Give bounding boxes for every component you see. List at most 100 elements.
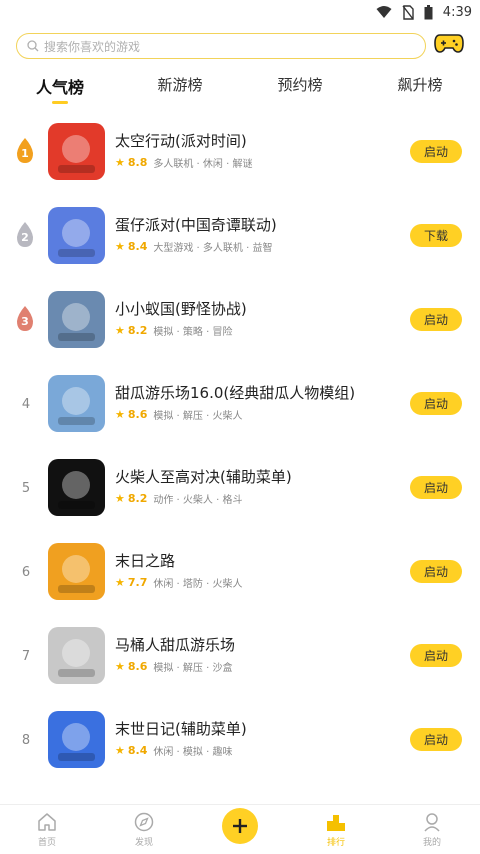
launch-button[interactable]: 启动 [410, 140, 462, 163]
game-icon[interactable] [48, 207, 105, 264]
game-meta: ★ 8.8 多人联机 · 休闲 · 解谜 [115, 155, 252, 170]
nav-profile-label: 我的 [422, 838, 441, 848]
game-tags: 模拟 · 解压 · 沙盒 [153, 663, 233, 674]
star-icon: ★ [115, 576, 125, 589]
game-row[interactable]: 4 甜瓜游乐场16.0(经典甜瓜人物模组) ★ 8.6 模拟 · 解压 · 火柴人 启动 [0, 362, 480, 446]
game-score: 8.4 [127, 240, 148, 253]
game-icon[interactable] [48, 375, 105, 432]
search-icon [27, 40, 39, 52]
game-tags: 模拟 · 策略 · 冒险 [153, 327, 233, 338]
tab-popular[interactable]: 人气榜 [36, 74, 84, 98]
game-title: 马桶人甜瓜游乐场 [115, 636, 236, 654]
rank-number: 8 [21, 732, 31, 748]
game-icon[interactable] [48, 459, 105, 516]
star-icon: ★ [115, 240, 125, 253]
game-meta: ★ 8.2 动作 · 火柴人 · 格斗 [115, 491, 242, 506]
create-button[interactable] [222, 808, 258, 844]
launch-button[interactable]: 下载 [410, 224, 462, 247]
game-score: 8.6 [127, 408, 148, 421]
game-tags: 大型游戏 · 多人联机 · 益智 [153, 243, 273, 254]
game-score: 8.2 [127, 492, 148, 505]
launch-button[interactable]: 启动 [410, 476, 462, 499]
rank-number: 2 [21, 231, 29, 244]
nav-ranking-label: 排行 [326, 838, 345, 848]
game-tags: 休闲 · 模拟 · 趣味 [153, 747, 233, 758]
search-placeholder: 搜索你喜欢的游戏 [44, 39, 141, 54]
game-icon[interactable] [48, 627, 105, 684]
rank-number: 6 [21, 564, 31, 580]
game-meta: ★ 7.7 休闲 · 塔防 · 火柴人 [115, 575, 242, 590]
nav-home-label: 首页 [37, 838, 56, 848]
launch-button[interactable]: 启动 [410, 728, 462, 751]
nav-discover-label: 发现 [134, 838, 153, 848]
star-icon: ★ [115, 324, 125, 337]
rank-medal-icon: 2 [14, 221, 36, 249]
status-bar: 4:39 [0, 0, 480, 24]
nav-profile[interactable]: 我的 [412, 811, 452, 848]
game-tags: 休闲 · 塔防 · 火柴人 [153, 579, 243, 590]
game-title: 太空行动(派对时间) [115, 132, 247, 150]
gamepad-icon[interactable] [434, 30, 464, 56]
game-title: 末日之路 [115, 552, 176, 570]
tab-indicator [52, 101, 68, 104]
game-title: 蛋仔派对(中国奇谭联动) [115, 216, 277, 234]
game-list: 1 太空行动(派对时间) ★ 8.8 多人联机 · 休闲 · 解谜 启动 2 蛋仔派对(中国奇… [0, 110, 480, 782]
game-title: 末世日记(辅助菜单) [115, 720, 247, 738]
game-title: 火柴人至高对决(辅助菜单) [115, 468, 292, 486]
game-title: 甜瓜游乐场16.0(经典甜瓜人物模组) [115, 384, 356, 402]
profile-icon [424, 813, 440, 832]
rank-medal-icon: 1 [14, 137, 36, 165]
rank-number: 5 [21, 480, 31, 496]
game-meta: ★ 8.4 大型游戏 · 多人联机 · 益智 [115, 239, 272, 254]
game-icon[interactable] [48, 543, 105, 600]
battery-icon [424, 4, 433, 19]
game-row[interactable]: 8 末世日记(辅助菜单) ★ 8.4 休闲 · 模拟 · 趣味 启动 [0, 698, 480, 782]
star-icon: ★ [115, 156, 125, 169]
game-row[interactable]: 7 马桶人甜瓜游乐场 ★ 8.6 模拟 · 解压 · 沙盒 启动 [0, 614, 480, 698]
launch-button[interactable]: 启动 [410, 392, 462, 415]
star-icon: ★ [115, 408, 125, 421]
game-tags: 动作 · 火柴人 · 格斗 [153, 495, 243, 506]
status-time: 4:39 [442, 4, 472, 20]
compass-icon [134, 812, 154, 832]
game-row[interactable]: 3 小小蚁国(野怪协战) ★ 8.2 模拟 · 策略 · 冒险 启动 [0, 278, 480, 362]
star-icon: ★ [115, 660, 125, 673]
rank-medal-icon: 3 [14, 305, 36, 333]
game-row[interactable]: 1 太空行动(派对时间) ★ 8.8 多人联机 · 休闲 · 解谜 启动 [0, 110, 480, 194]
tab-new-games[interactable]: 新游榜 [157, 74, 202, 95]
nav-ranking[interactable]: 排行 [316, 811, 356, 848]
rank-number: 3 [21, 315, 29, 328]
tab-preorder[interactable]: 预约榜 [277, 74, 322, 95]
launch-button[interactable]: 启动 [410, 308, 462, 331]
game-row[interactable]: 5 火柴人至高对决(辅助菜单) ★ 8.2 动作 · 火柴人 · 格斗 启动 [0, 446, 480, 530]
nav-discover[interactable]: 发现 [124, 811, 164, 848]
game-score: 8.8 [127, 156, 148, 169]
rank-number: 4 [21, 396, 31, 412]
game-icon[interactable] [48, 123, 105, 180]
game-score: 8.4 [127, 744, 148, 757]
game-score: 8.2 [127, 324, 148, 337]
game-meta: ★ 8.4 休闲 · 模拟 · 趣味 [115, 743, 232, 758]
game-meta: ★ 8.2 模拟 · 策略 · 冒险 [115, 323, 232, 338]
game-icon[interactable] [48, 291, 105, 348]
home-icon [38, 813, 56, 831]
launch-button[interactable]: 启动 [410, 560, 462, 583]
game-meta: ★ 8.6 模拟 · 解压 · 沙盒 [115, 659, 232, 674]
game-row[interactable]: 2 蛋仔派对(中国奇谭联动) ★ 8.4 大型游戏 · 多人联机 · 益智 下载 [0, 194, 480, 278]
nav-home[interactable]: 首页 [27, 811, 67, 848]
bottom-nav: 首页 发现 排行 我的 [0, 804, 480, 854]
no-sim-icon [402, 4, 414, 20]
star-icon: ★ [115, 744, 125, 757]
search-input[interactable]: 搜索你喜欢的游戏 [16, 33, 426, 59]
tab-rising[interactable]: 飙升榜 [397, 74, 442, 95]
search-row: 搜索你喜欢的游戏 [16, 33, 464, 59]
game-icon[interactable] [48, 711, 105, 768]
game-row[interactable]: 6 末日之路 ★ 7.7 休闲 · 塔防 · 火柴人 启动 [0, 530, 480, 614]
game-tags: 多人联机 · 休闲 · 解谜 [153, 159, 253, 170]
game-title: 小小蚁国(野怪协战) [115, 300, 247, 318]
game-meta: ★ 8.6 模拟 · 解压 · 火柴人 [115, 407, 242, 422]
game-score: 7.7 [127, 576, 148, 589]
wifi-icon [376, 6, 392, 18]
rank-number: 1 [21, 147, 29, 160]
launch-button[interactable]: 启动 [410, 644, 462, 667]
